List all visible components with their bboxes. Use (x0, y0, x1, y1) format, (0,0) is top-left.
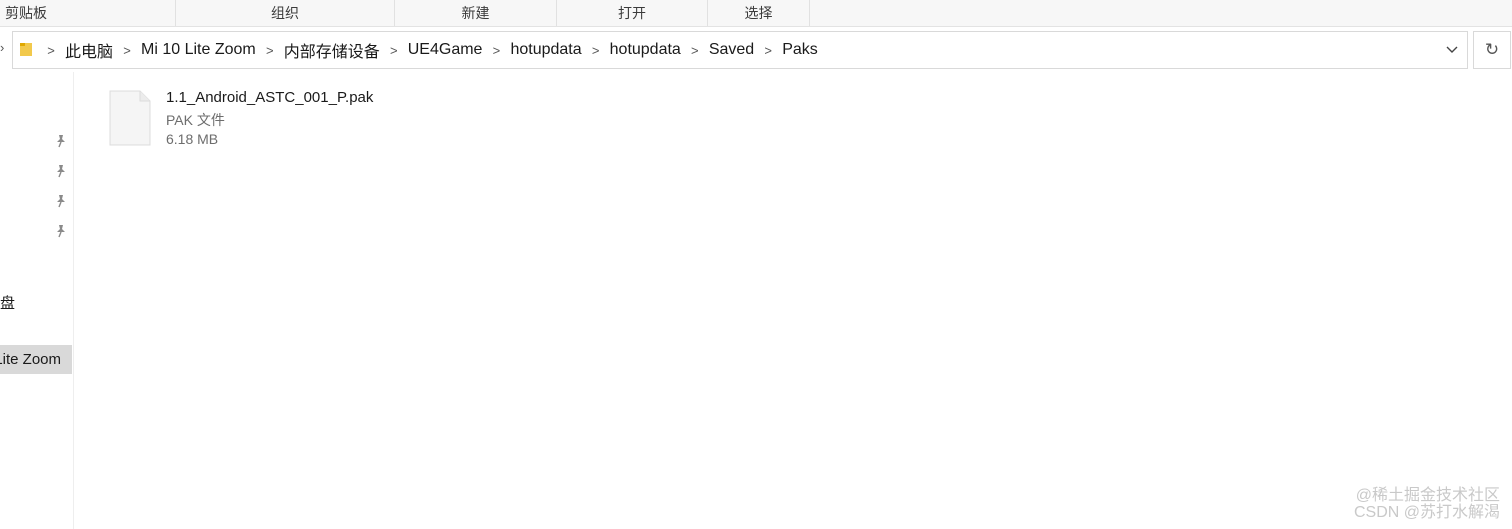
nav-item-label: Mi 10 Lite Zoom (0, 351, 61, 368)
breadcrumb-saved[interactable]: Saved (709, 41, 754, 59)
chevron-right-icon[interactable]: > (113, 32, 141, 68)
pin-icon[interactable] (54, 164, 68, 178)
ribbon-group-labels: 剪贴板 组织 新建 打开 选择 (0, 0, 1512, 27)
pin-icon[interactable] (54, 134, 68, 148)
refresh-button[interactable]: ↻ (1473, 31, 1511, 69)
chevron-right-icon[interactable]: > (681, 32, 709, 68)
watermark-line-2: CSDN @苏打水解渴 (1353, 504, 1500, 521)
folder-icon (20, 43, 32, 56)
file-type: PAK 文件 (166, 112, 225, 128)
breadcrumb-ue4game[interactable]: UE4Game (408, 41, 483, 59)
breadcrumb-hotupdata-1[interactable]: hotupdata (510, 41, 581, 59)
chevron-right-icon[interactable]: > (754, 32, 782, 68)
breadcrumb-this-pc[interactable]: 此电脑 (65, 38, 113, 62)
breadcrumb-device[interactable]: Mi 10 Lite Zoom (141, 41, 256, 59)
address-history-dropdown[interactable] (1437, 32, 1467, 68)
nav-item-disk[interactable]: 盘 (0, 292, 15, 313)
pin-icon[interactable] (54, 194, 68, 208)
chevron-down-icon (1446, 46, 1458, 53)
chevron-right-icon[interactable]: > (582, 32, 610, 68)
back-chevron-icon[interactable]: › (0, 40, 4, 55)
file-size: 6.18 MB (166, 131, 219, 147)
address-bar[interactable]: > 此电脑 > Mi 10 Lite Zoom > 内部存储设备 > UE4Ga… (12, 31, 1468, 69)
watermark: @稀土掘金技术社区 CSDN @苏打水解渴 (1354, 487, 1500, 521)
chevron-right-icon[interactable]: > (37, 32, 65, 68)
navigation-pane: 盘 Mi 10 Lite Zoom (0, 72, 74, 529)
file-item[interactable]: 1.1_Android_ASTC_001_P.pak PAK 文件 6.18 M… (108, 88, 428, 152)
breadcrumb: > 此电脑 > Mi 10 Lite Zoom > 内部存储设备 > UE4Ga… (37, 32, 818, 68)
breadcrumb-paks[interactable]: Paks (782, 41, 818, 59)
breadcrumb-internal-storage[interactable]: 内部存储设备 (284, 38, 380, 62)
chevron-right-icon[interactable]: > (256, 32, 284, 68)
chevron-right-icon[interactable]: > (380, 32, 408, 68)
pin-icon[interactable] (54, 224, 68, 238)
ribbon-group-new: 新建 (395, 0, 557, 26)
breadcrumb-hotupdata-2[interactable]: hotupdata (610, 41, 681, 59)
ribbon-group-select: 选择 (708, 0, 810, 26)
nav-item-selected-device[interactable]: Mi 10 Lite Zoom (0, 345, 72, 374)
watermark-line-1: @稀土掘金技术社区 (1355, 487, 1500, 504)
ribbon-group-organize: 组织 (176, 0, 395, 26)
ribbon-group-clipboard: 剪贴板 (0, 0, 176, 26)
refresh-icon: ↻ (1484, 40, 1500, 59)
ribbon-group-open: 打开 (557, 0, 708, 26)
file-icon (109, 90, 151, 146)
chevron-right-icon[interactable]: > (482, 32, 510, 68)
file-name: 1.1_Android_ASTC_001_P.pak (166, 89, 374, 106)
